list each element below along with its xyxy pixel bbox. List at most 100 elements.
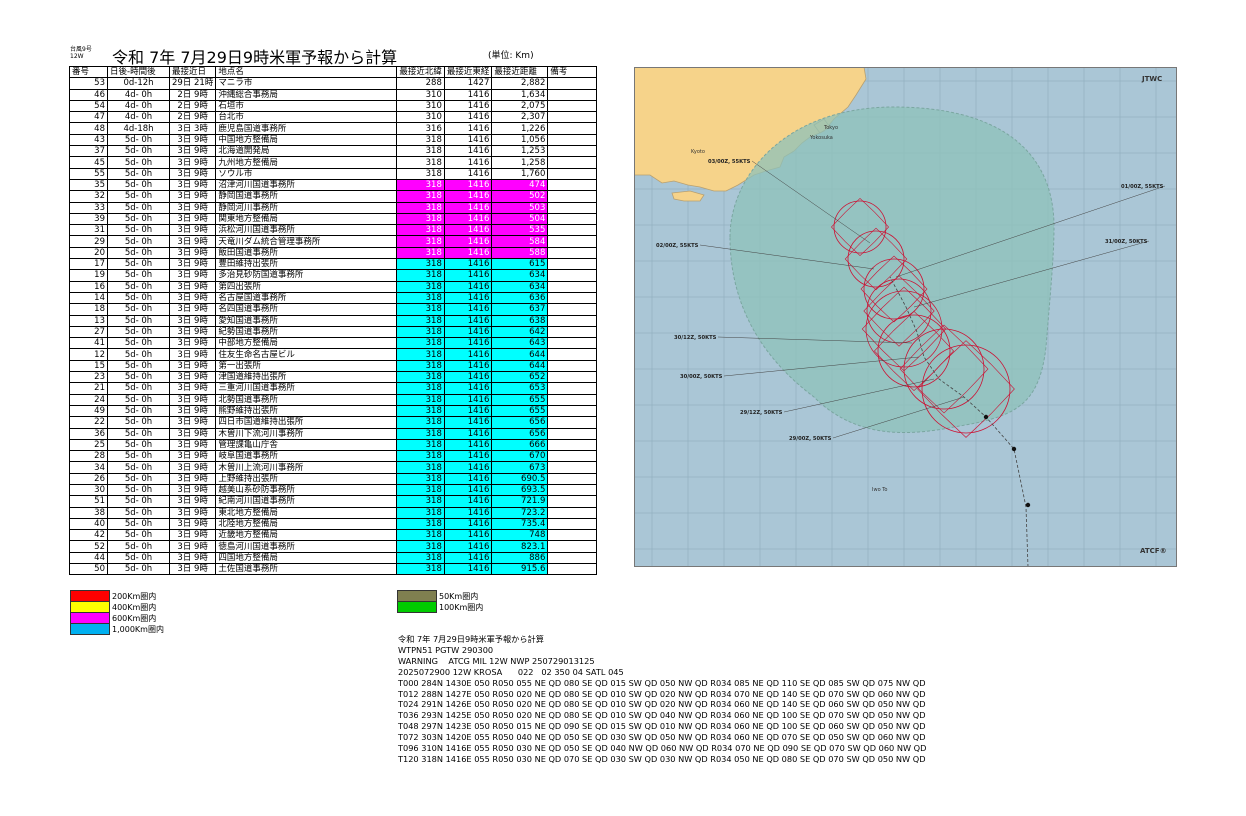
row-place: 沼津河川国道事務所 bbox=[215, 178, 398, 192]
bulletin-line: T048 297N 1423E 050 R050 015 NE QD 090 S… bbox=[398, 721, 926, 732]
table-row: 15 5d- 0h 3日 9時 第一出張所 318 1416 644 bbox=[69, 359, 598, 373]
row-day: 3日 9時 bbox=[168, 291, 217, 305]
row-day: 3日 9時 bbox=[168, 517, 217, 531]
row-no: 30 bbox=[69, 483, 108, 497]
map-island-iwo-to: Iwo To bbox=[872, 487, 887, 493]
row-lat: 318 bbox=[396, 190, 445, 203]
row-after: 5d- 0h bbox=[107, 145, 170, 158]
row-no: 27 bbox=[69, 325, 108, 339]
table-row: 54 4d- 0h 2日 9時 石垣市 310 1416 2,075 bbox=[69, 99, 598, 113]
table-row: 29 5d- 0h 3日 9時 天竜川ダム統合管理事務所 318 1416 584 bbox=[69, 235, 598, 248]
row-lon: 1416 bbox=[443, 201, 493, 214]
table-row: 32 5d- 0h 3日 9時 静岡国道事務所 318 1416 502 bbox=[69, 190, 598, 203]
row-lon: 1416 bbox=[443, 314, 493, 327]
row-day: 3日 9時 bbox=[168, 450, 217, 463]
row-after: 5d- 0h bbox=[107, 280, 170, 293]
row-dist: 584 bbox=[491, 235, 549, 248]
row-dist: 634 bbox=[491, 269, 549, 282]
row-after: 5d- 0h bbox=[107, 427, 170, 440]
row-lat: 318 bbox=[396, 359, 445, 373]
row-after: 5d- 0h bbox=[107, 472, 170, 485]
row-after: 5d- 0h bbox=[107, 348, 170, 361]
row-no: 14 bbox=[69, 291, 108, 305]
table-row: 19 5d- 0h 3日 9時 多治見砂防国道事務所 318 1416 634 bbox=[69, 269, 598, 282]
row-no: 50 bbox=[69, 563, 108, 576]
row-lat: 318 bbox=[396, 167, 445, 180]
table-row: 40 5d- 0h 3日 9時 北陸地方整備局 318 1416 735.4 bbox=[69, 517, 598, 531]
row-after: 5d- 0h bbox=[107, 359, 170, 373]
row-note bbox=[547, 235, 598, 248]
table-row: 51 5d- 0h 3日 9時 紀南河川国道事務所 318 1416 721.9 bbox=[69, 495, 598, 508]
row-after: 5d- 0h bbox=[107, 495, 170, 508]
row-note bbox=[547, 495, 598, 508]
row-lat: 318 bbox=[396, 483, 445, 497]
row-place: 九州地方整備局 bbox=[215, 156, 398, 169]
row-after: 5d- 0h bbox=[107, 269, 170, 282]
row-lon: 1416 bbox=[443, 88, 493, 101]
row-day: 3日 9時 bbox=[168, 224, 217, 237]
row-dist: 2,075 bbox=[491, 99, 549, 113]
row-place: 北陸地方整備局 bbox=[215, 517, 398, 531]
typhoon-number: 台風9号 12W bbox=[70, 46, 92, 60]
row-place: 紀勢国道事務所 bbox=[215, 325, 398, 339]
bulletin-line: T024 291N 1426E 050 R050 020 NE QD 080 S… bbox=[398, 699, 926, 710]
row-no: 18 bbox=[69, 303, 108, 316]
row-dist: 653 bbox=[491, 382, 549, 395]
row-after: 5d- 0h bbox=[107, 371, 170, 384]
row-place: 沖縄総合事務局 bbox=[215, 88, 398, 101]
header-after: 日後-時間後 bbox=[107, 65, 170, 79]
row-after: 5d- 0h bbox=[107, 517, 170, 531]
row-lon: 1416 bbox=[443, 359, 493, 373]
row-no: 26 bbox=[69, 472, 108, 485]
row-note bbox=[547, 88, 598, 101]
header-lon: 最接近東経 bbox=[443, 65, 493, 79]
row-note bbox=[547, 167, 598, 180]
table-row: 48 4d-18h 3日 3時 鹿児島国道事務所 316 1416 1,226 bbox=[69, 122, 598, 135]
row-after: 5d- 0h bbox=[107, 314, 170, 327]
typhoon-code-label: 12W bbox=[70, 53, 84, 60]
table-row: 12 5d- 0h 3日 9時 住友生命名古屋ビル 318 1416 644 bbox=[69, 348, 598, 361]
row-place: 豊田維持出張所 bbox=[215, 258, 398, 271]
row-note bbox=[547, 303, 598, 316]
map-city-tokyo: Tokyo bbox=[823, 125, 838, 131]
row-dist: 823.1 bbox=[491, 540, 549, 553]
row-lat: 318 bbox=[396, 371, 445, 384]
row-after: 5d- 0h bbox=[107, 224, 170, 237]
row-dist: 748 bbox=[491, 529, 549, 542]
row-dist: 690.5 bbox=[491, 472, 549, 485]
row-place: 住友生命名古屋ビル bbox=[215, 348, 398, 361]
row-lon: 1416 bbox=[443, 291, 493, 305]
forecast-label: 30/12Z, 50KTS bbox=[674, 335, 717, 341]
row-day: 3日 9時 bbox=[168, 269, 217, 282]
row-note bbox=[547, 359, 598, 373]
row-lon: 1416 bbox=[443, 348, 493, 361]
row-lon: 1416 bbox=[443, 145, 493, 158]
table-row: 31 5d- 0h 3日 9時 浜松河川国道事務所 318 1416 535 bbox=[69, 224, 598, 237]
table-row: 14 5d- 0h 3日 9時 名古屋国道事務所 318 1416 636 bbox=[69, 291, 598, 305]
row-note bbox=[547, 529, 598, 542]
table-row: 43 5d- 0h 3日 9時 中国地方整備局 318 1416 1,056 bbox=[69, 133, 598, 147]
row-day: 3日 9時 bbox=[168, 303, 217, 316]
row-place: 近畿地方整備局 bbox=[215, 529, 398, 542]
bulletin-line: T000 284N 1430E 050 R050 055 NE QD 080 S… bbox=[398, 677, 926, 688]
row-day: 3日 9時 bbox=[168, 563, 217, 576]
legend-swatch bbox=[397, 601, 437, 613]
row-no: 47 bbox=[69, 111, 108, 124]
row-day: 3日 9時 bbox=[168, 472, 217, 485]
header-lat: 最接近北緯 bbox=[396, 65, 445, 79]
bulletin-line: T036 293N 1425E 050 R050 020 NE QD 080 S… bbox=[398, 710, 926, 721]
row-lon: 1416 bbox=[443, 122, 493, 135]
row-place: 静岡河川事務所 bbox=[215, 201, 398, 214]
row-note bbox=[547, 201, 598, 214]
row-dist: 2,882 bbox=[491, 77, 549, 90]
row-place: 鹿児島国道事務所 bbox=[215, 122, 398, 135]
row-note bbox=[547, 393, 598, 406]
table-row: 22 5d- 0h 3日 9時 四日市国道維持出張所 318 1416 656 bbox=[69, 416, 598, 429]
row-no: 45 bbox=[69, 156, 108, 169]
legend-label: 600Km圏内 bbox=[112, 613, 157, 623]
row-no: 40 bbox=[69, 517, 108, 531]
row-lat: 318 bbox=[396, 235, 445, 248]
row-note bbox=[547, 461, 598, 474]
row-after: 5d- 0h bbox=[107, 325, 170, 339]
row-lat: 310 bbox=[396, 111, 445, 124]
